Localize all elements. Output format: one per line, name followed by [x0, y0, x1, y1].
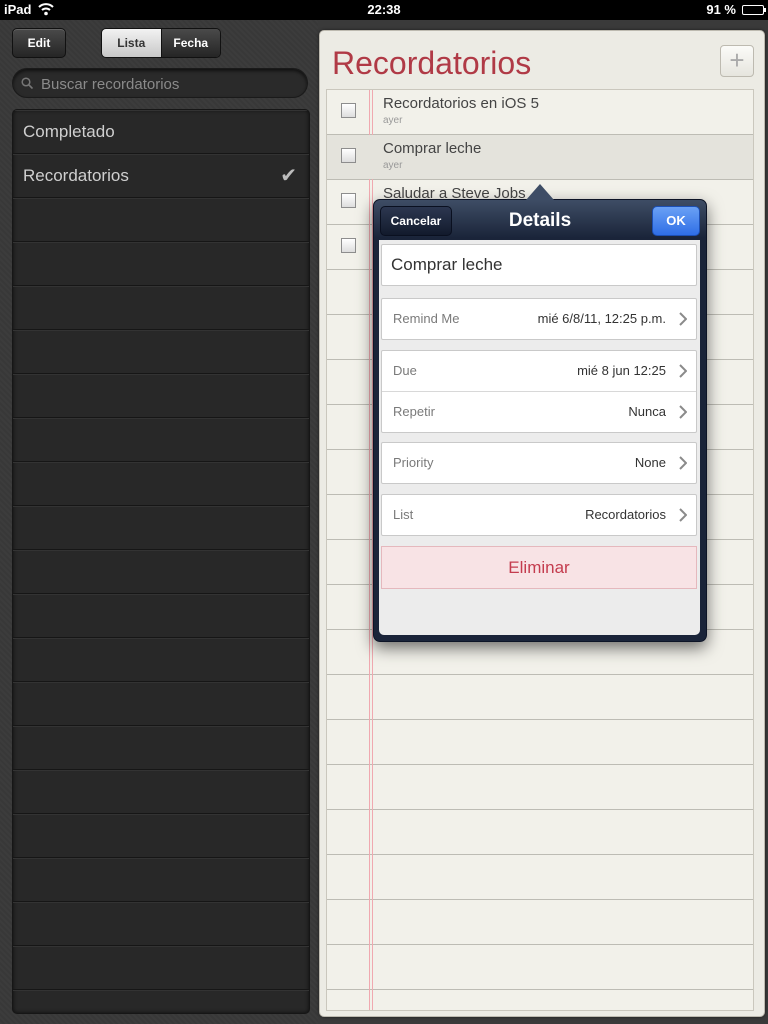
reminder-date: ayer	[383, 160, 403, 171]
details-form: Remind Me mié 6/8/11, 12:25 p.m. Due mié…	[379, 240, 700, 635]
add-reminder-button[interactable]: +	[720, 45, 754, 77]
repeat-cell[interactable]: Repetir Nunca	[382, 392, 696, 432]
chevron-right-icon	[679, 312, 687, 326]
reminder-row-selected[interactable]: Comprar leche ayer	[327, 135, 753, 179]
empty-row	[13, 550, 309, 594]
reminder-checkbox[interactable]	[341, 148, 356, 163]
chevron-right-icon	[679, 508, 687, 522]
reminder-title: Recordatorios en iOS 5	[383, 95, 539, 112]
empty-row	[13, 462, 309, 506]
reminder-row[interactable]: Recordatorios en iOS 5 ayer	[327, 90, 753, 134]
checkmark-icon: ✔	[280, 165, 297, 187]
cell-value: mié 8 jun 12:25	[577, 363, 666, 378]
empty-row	[13, 374, 309, 418]
empty-row	[13, 814, 309, 858]
details-popover: Cancelar Details OK Remind Me mié 6/8/11…	[373, 184, 707, 642]
cell-value: Recordatorios	[585, 507, 666, 522]
popover-arrow	[526, 184, 554, 200]
reminder-date: ayer	[383, 115, 403, 126]
search-input[interactable]	[39, 73, 303, 95]
battery-icon	[742, 5, 766, 15]
empty-row	[13, 990, 309, 1013]
empty-row	[13, 418, 309, 462]
lists-sidebar: Edit Lista Fecha Completado Recordatorio…	[0, 20, 318, 1024]
reminder-checkbox[interactable]	[341, 193, 356, 208]
cell-value: None	[634, 455, 666, 470]
empty-row	[13, 682, 309, 726]
reminder-name-field[interactable]	[381, 244, 697, 286]
delete-button[interactable]: Eliminar	[381, 546, 697, 589]
due-repeat-group: Due mié 8 jun 12:25 Repetir Nunca	[381, 350, 697, 433]
empty-row	[13, 198, 309, 242]
reminder-title: Comprar leche	[383, 140, 482, 157]
cell-label: Repetir	[393, 404, 435, 419]
due-cell[interactable]: Due mié 8 jun 12:25	[382, 351, 696, 392]
list-item-label: Completado	[23, 122, 115, 141]
list-item-recordatorios[interactable]: Recordatorios ✔	[13, 154, 309, 198]
cell-value: mié 6/8/11, 12:25 p.m.	[537, 311, 666, 326]
segment-fecha[interactable]: Fecha	[160, 29, 220, 57]
priority-cell[interactable]: Priority None	[382, 443, 696, 483]
view-segmented-control: Lista Fecha	[101, 28, 221, 58]
cell-value: Nunca	[628, 404, 666, 419]
reminder-checkbox[interactable]	[341, 238, 356, 253]
search-bar	[12, 68, 308, 98]
empty-row	[13, 770, 309, 814]
page-title: Recordatorios	[332, 45, 532, 81]
chevron-right-icon	[679, 364, 687, 378]
cell-label: Priority	[393, 455, 434, 470]
battery-percent: 91 %	[706, 2, 736, 17]
empty-row	[13, 594, 309, 638]
empty-row	[13, 858, 309, 902]
empty-row	[13, 506, 309, 550]
segment-lista[interactable]: Lista	[102, 29, 161, 57]
edit-button[interactable]: Edit	[12, 28, 66, 58]
status-bar: iPad 22:38 91 %	[0, 0, 768, 20]
empty-row	[13, 726, 309, 770]
cell-label: Due	[393, 363, 417, 378]
list-item-completado[interactable]: Completado	[13, 110, 309, 154]
remind-me-group: Remind Me mié 6/8/11, 12:25 p.m.	[381, 298, 697, 340]
search-icon	[21, 77, 33, 89]
list-group: List Recordatorios	[381, 494, 697, 536]
empty-row	[13, 286, 309, 330]
list-cell[interactable]: List Recordatorios	[382, 495, 696, 535]
empty-row	[13, 242, 309, 286]
empty-row	[13, 902, 309, 946]
lists-table: Completado Recordatorios ✔	[12, 109, 310, 1014]
cell-label: List	[393, 507, 414, 522]
empty-row	[13, 946, 309, 990]
chevron-right-icon	[679, 405, 687, 419]
reminder-checkbox[interactable]	[341, 103, 356, 118]
clock: 22:38	[367, 2, 401, 17]
remind-me-cell[interactable]: Remind Me mié 6/8/11, 12:25 p.m.	[382, 299, 696, 339]
priority-group: Priority None	[381, 442, 697, 484]
chevron-right-icon	[679, 456, 687, 470]
empty-row	[13, 638, 309, 682]
cell-label: Remind Me	[393, 311, 460, 326]
list-item-label: Recordatorios	[23, 166, 129, 185]
ok-button[interactable]: OK	[652, 206, 700, 236]
empty-row	[13, 330, 309, 374]
